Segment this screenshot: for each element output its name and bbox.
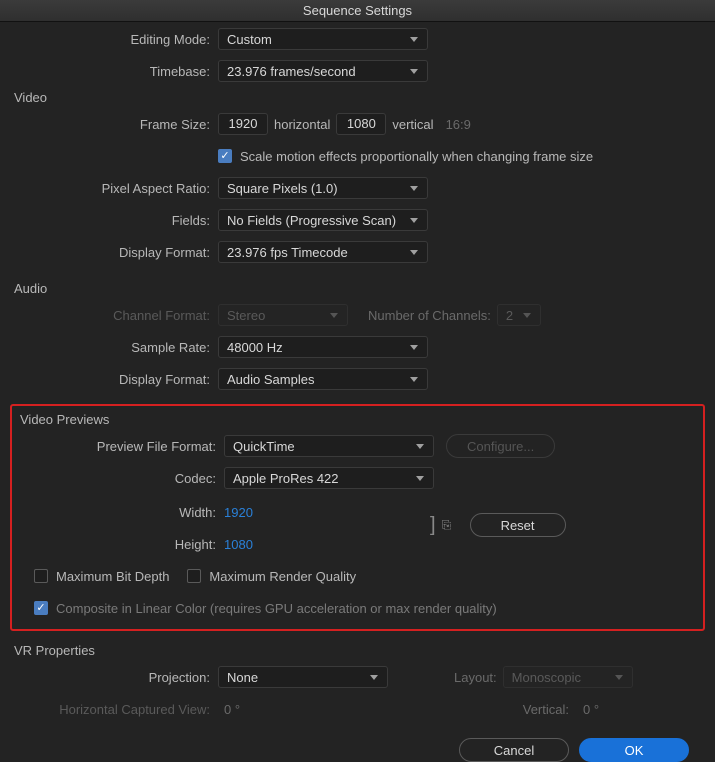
fields-value: No Fields (Progressive Scan) [227,213,396,228]
max-render-quality-row[interactable]: Maximum Render Quality [187,569,356,584]
sample-rate-label: Sample Rate: [8,340,218,355]
chevron-down-icon [522,310,532,320]
num-channels-select: 2 [497,304,541,326]
chevron-down-icon [614,672,624,682]
frame-height-input[interactable]: 1080 [336,113,386,135]
preview-file-fmt-label: Preview File Format: [14,439,224,454]
par-select[interactable]: Square Pixels (1.0) [218,177,428,199]
scale-motion-label: Scale motion effects proportionally when… [240,149,593,164]
layout-value: Monoscopic [512,670,581,685]
horizontal-label: horizontal [268,117,336,132]
sample-rate-value: 48000 Hz [227,340,283,355]
video-section-title: Video [8,86,707,107]
frame-width-input[interactable]: 1920 [218,113,268,135]
par-label: Pixel Aspect Ratio: [8,181,218,196]
scale-motion-checkbox[interactable] [218,149,232,163]
fields-label: Fields: [8,213,218,228]
audio-dispfmt-label: Display Format: [8,372,218,387]
reset-button[interactable]: Reset [470,513,566,537]
ok-button[interactable]: OK [579,738,689,762]
vr-section-title: VR Properties [8,639,707,660]
linear-color-checkbox[interactable] [34,601,48,615]
chevron-down-icon [415,441,425,451]
vert-captured-label: Vertical: [507,702,577,717]
chevron-down-icon [409,66,419,76]
audio-section-title: Audio [8,277,707,298]
aspect-ratio-label: 16:9 [440,117,477,132]
projection-label: Projection: [8,670,218,685]
fields-select[interactable]: No Fields (Progressive Scan) [218,209,428,231]
video-previews-section-title: Video Previews [14,408,701,429]
par-value: Square Pixels (1.0) [227,181,338,196]
frame-size-label: Frame Size: [8,117,218,132]
chevron-down-icon [409,183,419,193]
channel-fmt-value: Stereo [227,308,265,323]
codec-select[interactable]: Apple ProRes 422 [224,467,434,489]
channel-fmt-select: Stereo [218,304,348,326]
chevron-down-icon [409,34,419,44]
editing-mode-select[interactable]: Custom [218,28,428,50]
preview-width-label: Width: [14,505,224,520]
linear-color-label: Composite in Linear Color (requires GPU … [56,601,497,616]
editing-mode-value: Custom [227,32,272,47]
preview-file-fmt-select[interactable]: QuickTime [224,435,434,457]
codec-value: Apple ProRes 422 [233,471,339,486]
chevron-down-icon [409,342,419,352]
linear-color-row[interactable]: Composite in Linear Color (requires GPU … [34,601,497,616]
link-bracket-icon: ] [424,514,442,537]
chevron-down-icon [329,310,339,320]
preview-file-fmt-value: QuickTime [233,439,295,454]
video-dispfmt-value: 23.976 fps Timecode [227,245,348,260]
timebase-label: Timebase: [8,64,218,79]
preview-width-input[interactable]: 1920 [224,505,253,520]
max-render-quality-checkbox[interactable] [187,569,201,583]
max-bit-depth-label: Maximum Bit Depth [56,569,169,584]
preview-height-label: Height: [14,537,224,552]
channel-fmt-label: Channel Format: [8,308,218,323]
layout-select: Monoscopic [503,666,633,688]
video-previews-highlight: Video Previews Preview File Format: Quic… [10,404,705,631]
layout-label: Layout: [448,670,503,685]
num-channels-value: 2 [506,308,513,323]
video-dispfmt-select[interactable]: 23.976 fps Timecode [218,241,428,263]
timebase-value: 23.976 frames/second [227,64,356,79]
cancel-button[interactable]: Cancel [459,738,569,762]
video-dispfmt-label: Display Format: [8,245,218,260]
timebase-select[interactable]: 23.976 frames/second [218,60,428,82]
horiz-captured-label: Horizontal Captured View: [8,702,218,717]
editing-mode-label: Editing Mode: [8,32,218,47]
num-channels-label: Number of Channels: [348,308,497,323]
codec-label: Codec: [14,471,224,486]
audio-dispfmt-value: Audio Samples [227,372,314,387]
sample-rate-select[interactable]: 48000 Hz [218,336,428,358]
max-render-quality-label: Maximum Render Quality [209,569,356,584]
chevron-down-icon [415,473,425,483]
projection-select[interactable]: None [218,666,388,688]
vertical-label: vertical [386,117,439,132]
max-bit-depth-row[interactable]: Maximum Bit Depth [34,569,169,584]
horiz-captured-value: 0 ° [218,702,246,717]
chevron-down-icon [369,672,379,682]
vert-captured-value: 0 ° [577,702,707,717]
link-icon[interactable]: ⎘ [442,518,452,532]
chevron-down-icon [409,374,419,384]
max-bit-depth-checkbox[interactable] [34,569,48,583]
configure-button: Configure... [446,434,555,458]
audio-dispfmt-select[interactable]: Audio Samples [218,368,428,390]
projection-value: None [227,670,258,685]
chevron-down-icon [409,215,419,225]
chevron-down-icon [409,247,419,257]
preview-height-input[interactable]: 1080 [224,537,253,552]
scale-motion-checkbox-row[interactable]: Scale motion effects proportionally when… [218,149,593,164]
window-titlebar: Sequence Settings [0,0,715,22]
